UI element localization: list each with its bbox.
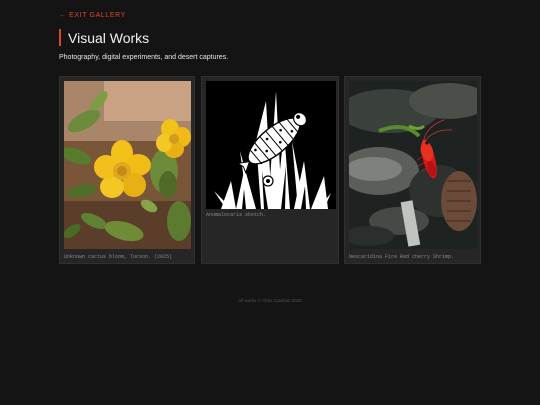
shrimp-photo[interactable]: [349, 81, 477, 249]
page-subtitle: Photography, digital experiments, and de…: [59, 54, 229, 61]
exit-gallery-link[interactable]: ← EXIT GALLERY: [59, 12, 126, 19]
gallery-caption: Anomalocaris sketch.: [206, 212, 267, 218]
cactus-flower-photo[interactable]: [64, 81, 191, 249]
gallery-card-cactus[interactable]: Unknown cactus bloom, Tucson. (2025): [59, 76, 195, 264]
anomalocaris-sketch[interactable]: [206, 81, 336, 209]
page-title-block: Visual Works: [59, 29, 149, 46]
gallery-caption: Unknown cactus bloom, Tucson. (2025): [64, 254, 173, 260]
gallery-card-shrimp[interactable]: Neocaridina Fire Red cherry Shrimp.: [344, 76, 481, 264]
gallery-card-anomalocaris[interactable]: Anomalocaris sketch.: [201, 76, 339, 264]
page-title: Visual Works: [68, 29, 150, 46]
gallery-caption: Neocaridina Fire Red cherry Shrimp.: [349, 254, 455, 260]
footer-copyright: All works © Chris Calahan 2025: [238, 298, 302, 303]
